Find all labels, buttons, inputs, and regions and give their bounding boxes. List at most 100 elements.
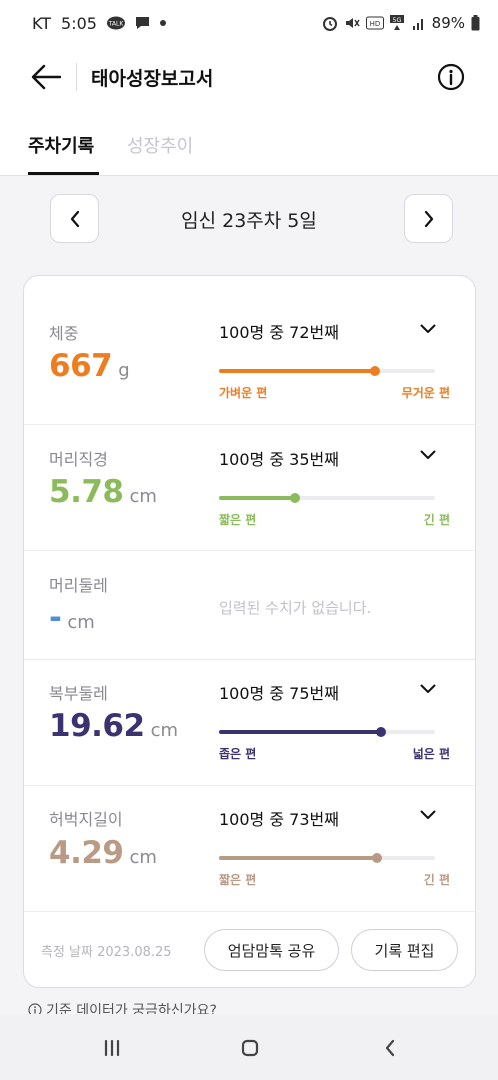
talk-icon: TALK [106, 16, 125, 30]
percentile-marker [289, 493, 300, 503]
chevron-down-icon [420, 810, 436, 819]
expand-button[interactable] [416, 317, 440, 341]
chevron-right-icon [424, 210, 433, 227]
home-icon [241, 1039, 259, 1057]
back-chevron-icon [385, 1039, 395, 1057]
chevron-down-icon [420, 450, 436, 459]
tab-weekly-record[interactable]: 주차기록 [28, 132, 94, 158]
measurement-row-abdominal-circumference: 복부둘레 19.62 cm 100명 중 75번째 좁은 편 넓은 편 [24, 660, 475, 786]
hd-icon: HD [365, 16, 384, 30]
measurement-row-femur-length: 허벅지길이 4.29 cm 100명 중 73번째 짧은 편 긴 편 [24, 786, 475, 912]
measurement-row-head-diameter: 머리직경 5.78 cm 100명 중 35번째 짧은 편 긴 편 [24, 425, 475, 551]
measurement-value: 4.29 cm [49, 835, 157, 871]
measurement-label: 머리직경 [49, 450, 108, 469]
recent-apps-button[interactable] [98, 1034, 126, 1062]
app-bar: 태아성장보고서 [0, 46, 498, 108]
low-label: 좁은 편 [219, 747, 257, 761]
high-label: 넓은 편 [412, 747, 450, 761]
info-icon [437, 63, 465, 91]
high-label: 긴 편 [423, 873, 450, 887]
clock: 5:05 [61, 13, 97, 33]
info-button[interactable] [436, 62, 466, 92]
low-label: 가벼운 편 [219, 386, 268, 400]
back-button[interactable] [26, 57, 66, 97]
svg-text:TALK: TALK [108, 21, 125, 28]
low-label: 짧은 편 [219, 873, 257, 887]
tab-growth-trend[interactable]: 성장추이 [127, 132, 193, 158]
measurement-label: 머리둘레 [49, 576, 108, 595]
percentile-bar [219, 727, 435, 737]
value-number: 4.29 [49, 835, 124, 871]
value-number: - [49, 600, 62, 636]
expand-button[interactable] [416, 443, 440, 467]
percentile-fill [219, 730, 381, 734]
percentile-marker [369, 366, 380, 376]
status-bar: KT 5:05 TALK HD 5G 89% [0, 0, 498, 46]
percentile-fill [219, 496, 295, 500]
measurement-value: 5.78 cm [49, 474, 157, 510]
alarm-icon [322, 15, 338, 31]
percentile-bar [219, 366, 435, 376]
cell-signal-icon [412, 16, 426, 30]
rank-text: 100명 중 75번째 [219, 684, 339, 703]
5g-signal-icon: 5G [389, 15, 406, 31]
svg-text:5G: 5G [392, 16, 401, 24]
svg-text:HD: HD [369, 20, 380, 28]
page-title: 태아성장보고서 [91, 67, 214, 90]
value-unit: cm [67, 612, 95, 633]
measurement-value: - cm [49, 600, 95, 636]
percentile-marker [376, 727, 386, 737]
edit-record-button[interactable]: 기록 편집 [351, 929, 458, 971]
home-button[interactable] [236, 1034, 264, 1062]
value-number: 667 [49, 348, 113, 384]
value-unit: g [118, 360, 130, 381]
arrow-left-icon [31, 64, 61, 90]
percentile-bar [219, 493, 435, 503]
percentile-marker [371, 853, 382, 863]
high-label: 긴 편 [423, 513, 450, 527]
chat-icon [135, 16, 150, 30]
measurement-label: 복부둘레 [49, 684, 108, 703]
percentile-fill [219, 856, 377, 860]
carrier-label: KT [32, 13, 52, 33]
value-unit: cm [129, 486, 157, 507]
battery-percent: 89% [431, 14, 465, 32]
measurement-label: 허벅지길이 [49, 810, 123, 829]
measurement-row-weight: 체중 667 g 100명 중 72번째 가벼운 편 무거운 편 [24, 276, 475, 425]
measurement-value: 667 g [49, 348, 130, 384]
share-button[interactable]: 엄담맘톡 공유 [204, 929, 339, 971]
card-footer: 측정 날짜 2023.08.25 엄담맘톡 공유 기록 편집 [24, 912, 475, 987]
value-number: 19.62 [49, 708, 145, 744]
low-label: 짧은 편 [219, 513, 257, 527]
measurement-label: 체중 [49, 324, 79, 343]
next-week-button[interactable] [404, 194, 453, 243]
chevron-down-icon [420, 324, 436, 333]
value-unit: cm [150, 720, 178, 741]
dot-icon [159, 20, 166, 26]
measurement-card: 체중 667 g 100명 중 72번째 가벼운 편 무거운 편 머리직경 5.7… [23, 275, 476, 988]
measurement-value: 19.62 cm [49, 708, 178, 744]
recent-apps-icon [104, 1040, 120, 1056]
high-label: 무거운 편 [401, 386, 450, 400]
battery-icon [471, 15, 480, 31]
measurement-row-head-circumference: 머리둘레 - cm 입력된 수치가 없습니다. [24, 551, 475, 660]
value-number: 5.78 [49, 474, 124, 510]
system-nav-bar [0, 1014, 498, 1080]
percentile-bar [219, 853, 435, 863]
tab-bar: 주차기록 성장추이 [0, 108, 498, 176]
rank-text: 100명 중 35번째 [219, 450, 339, 469]
tab-indicator [28, 172, 99, 175]
value-unit: cm [129, 847, 157, 868]
mute-icon [344, 15, 360, 31]
title-divider [76, 63, 77, 91]
measure-date: 측정 날짜 2023.08.25 [41, 945, 172, 960]
system-back-button[interactable] [376, 1034, 404, 1062]
expand-button[interactable] [416, 677, 440, 701]
chevron-down-icon [420, 684, 436, 693]
rank-text: 100명 중 72번째 [219, 323, 339, 342]
empty-message: 입력된 수치가 없습니다. [219, 599, 372, 617]
percentile-fill [219, 369, 375, 373]
expand-button[interactable] [416, 803, 440, 827]
rank-text: 100명 중 73번째 [219, 810, 339, 829]
week-navigator: 임신 23주차 5일 [0, 194, 498, 244]
